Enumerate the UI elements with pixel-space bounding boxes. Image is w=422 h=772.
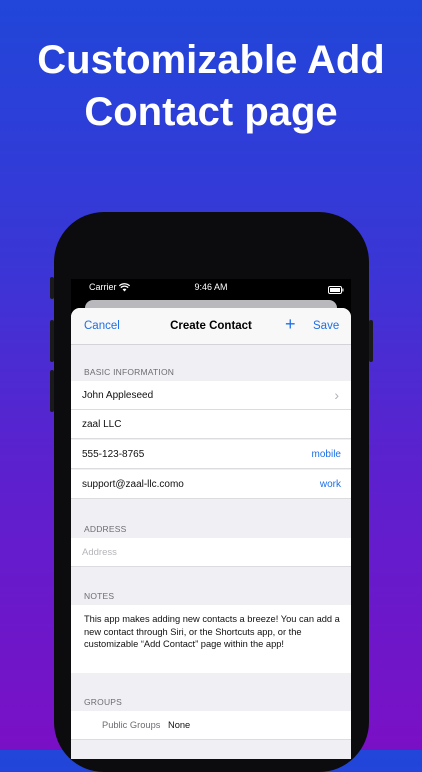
address-field[interactable]: Address [82, 547, 117, 558]
public-groups-label: Public Groups [102, 720, 161, 730]
page-title: Create Contact [170, 320, 252, 332]
add-icon[interactable]: + [285, 314, 296, 334]
headline-line-2: Contact page [84, 90, 338, 134]
navigation-bar: Cancel Create Contact + Save [71, 308, 351, 345]
phone-field[interactable]: 555-123-8765 [82, 449, 144, 460]
notes-text: This app makes adding new contacts a bre… [84, 614, 340, 649]
status-time: 9:46 AM [194, 282, 228, 292]
chevron-right-icon: › [334, 387, 339, 403]
phone-side-button [50, 277, 54, 299]
basic-information-header: BASIC INFORMATION [84, 367, 175, 377]
name-row[interactable]: John Appleseed › [71, 381, 351, 410]
marketing-headline: Customizable Add Contact page [0, 34, 422, 138]
name-field[interactable]: John Appleseed [82, 390, 153, 401]
email-field[interactable]: support@zaal-llc.como [82, 479, 184, 490]
notes-header: NOTES [84, 591, 115, 601]
email-row[interactable]: support@zaal-llc.como work [71, 470, 351, 499]
address-header: ADDRESS [84, 524, 127, 534]
phone-screen: Carrier 9:46 AM Cancel Create Contact + … [71, 279, 351, 759]
phone-row[interactable]: 555-123-8765 mobile [71, 440, 351, 469]
save-button[interactable]: Save [313, 320, 339, 332]
headline-line-1: Customizable Add [37, 38, 385, 82]
company-row[interactable]: zaal LLC [71, 410, 351, 439]
address-row[interactable]: Address [71, 538, 351, 567]
status-bar: Carrier 9:46 AM [71, 279, 351, 295]
public-groups-value[interactable]: None [168, 720, 190, 730]
company-field[interactable]: zaal LLC [82, 419, 121, 430]
phone-power-button [369, 320, 373, 362]
groups-header: GROUPS [84, 697, 123, 707]
phone-volume-up-button [50, 320, 54, 362]
email-label-button[interactable]: work [320, 479, 341, 490]
phone-label-button[interactable]: mobile [312, 449, 341, 460]
create-contact-sheet: Cancel Create Contact + Save BASIC INFOR… [71, 308, 351, 759]
notes-field[interactable]: This app makes adding new contacts a bre… [71, 605, 351, 673]
phone-volume-down-button [50, 370, 54, 412]
battery-icon [328, 283, 344, 299]
public-groups-row[interactable]: Public Groups None [71, 711, 351, 740]
